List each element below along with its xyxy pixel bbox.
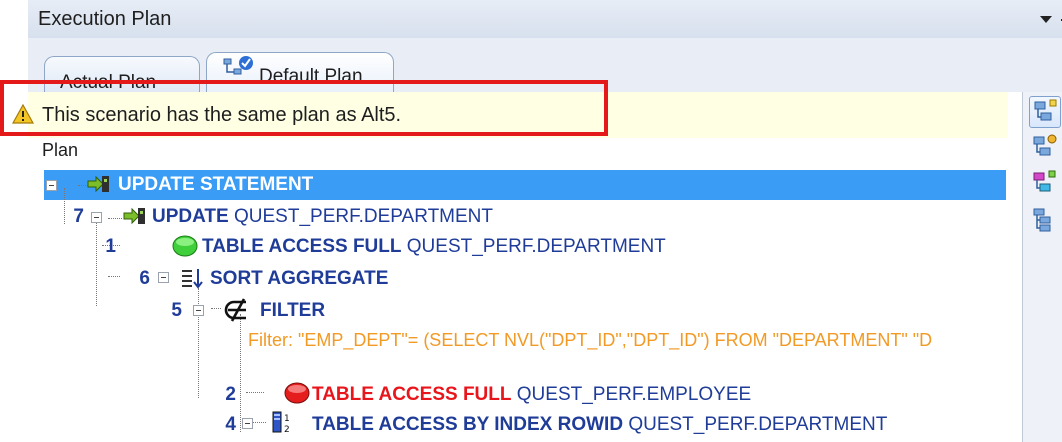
row-number: 6 xyxy=(139,268,150,289)
panel-menu-arrow-icon[interactable] xyxy=(1040,16,1052,23)
filter-icon xyxy=(224,298,246,322)
row-expander[interactable] xyxy=(193,305,204,316)
plan-tree: UPDATE STATEMENT 7 UPDATE QUEST_PERF.DEP… xyxy=(28,166,1008,442)
plan-row-label[interactable]: TABLE ACCESS FULL QUEST_PERF.DEPARTMENT xyxy=(202,236,666,258)
plan-row-label[interactable]: UPDATE QUEST_PERF.DEPARTMENT xyxy=(152,206,493,228)
row-number: 2 xyxy=(225,384,236,405)
update-icon xyxy=(123,207,145,225)
index-rowid-icon: 1 2 xyxy=(272,411,290,435)
svg-text:1: 1 xyxy=(284,414,290,424)
update-statement-icon xyxy=(87,175,109,193)
table-access-full-icon xyxy=(172,235,198,257)
panel-header: Execution Plan xyxy=(28,0,1062,39)
row-expander[interactable] xyxy=(158,272,169,283)
row-expander[interactable] xyxy=(242,418,253,429)
row-number: 7 xyxy=(73,206,84,227)
plan-column-header[interactable]: Plan xyxy=(42,140,78,161)
tree-connector xyxy=(252,422,266,423)
plan-tree-check-icon xyxy=(223,56,253,75)
tree-connector xyxy=(246,392,264,393)
row-number: 1 xyxy=(105,236,116,257)
row-expander[interactable] xyxy=(46,180,57,191)
plan-row-label[interactable]: FILTER xyxy=(260,300,325,322)
tree-connector xyxy=(211,308,221,309)
plan-color-icon[interactable] xyxy=(1029,168,1059,198)
highlight-outline xyxy=(0,80,608,136)
filter-predicate: Filter: "EMP_DEPT"= (SELECT NVL("DPT_ID"… xyxy=(248,330,933,350)
tree-connector xyxy=(108,276,120,277)
plan-settings-icon[interactable] xyxy=(1029,132,1059,162)
execution-plan-window: Execution Plan Actual Plan Default Plan xyxy=(0,0,1062,442)
sort-aggregate-icon xyxy=(182,269,203,289)
plan-row-label[interactable]: SORT AGGREGATE xyxy=(210,268,388,290)
row-number: 5 xyxy=(171,300,182,321)
panel-title: Execution Plan xyxy=(38,8,172,30)
plan-view-icon[interactable] xyxy=(1029,96,1061,128)
plan-header-row xyxy=(28,138,1008,166)
plan-row-label[interactable]: UPDATE STATEMENT xyxy=(118,174,313,196)
row-number: 4 xyxy=(225,414,236,435)
plan-row-label[interactable]: TABLE ACCESS BY INDEX ROWID QUEST_PERF.D… xyxy=(312,414,887,436)
svg-text:2: 2 xyxy=(284,425,290,435)
tree-connector xyxy=(108,218,122,219)
plan-row-label[interactable]: TABLE ACCESS FULL QUEST_PERF.EMPLOYEE xyxy=(312,384,751,406)
table-access-full-warning-icon xyxy=(284,382,310,404)
tree-connector xyxy=(96,220,97,306)
plan-tree-icon[interactable] xyxy=(1029,204,1059,234)
plan-view-toolbar xyxy=(1022,92,1062,442)
row-expander[interactable] xyxy=(91,212,102,223)
tree-connector xyxy=(240,314,241,432)
